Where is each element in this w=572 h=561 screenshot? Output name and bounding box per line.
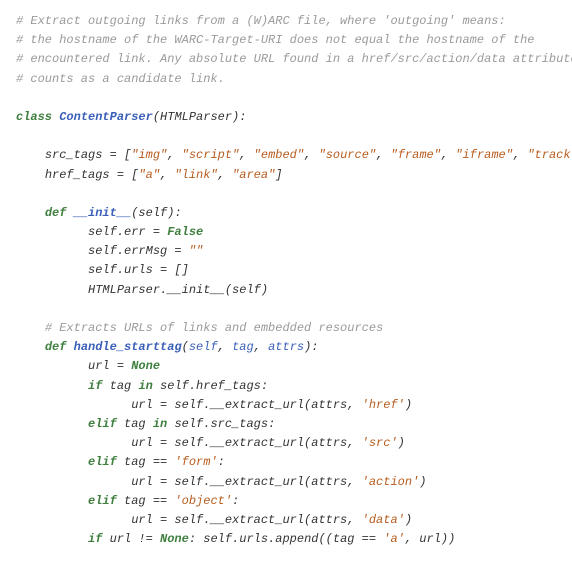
code-line	[16, 127, 556, 146]
code-line	[16, 89, 556, 108]
code-line	[16, 185, 556, 204]
code-line: # counts as a candidate link.	[16, 70, 556, 89]
code-line: # encountered link. Any absolute URL fou…	[16, 50, 556, 69]
code-line: url = self.__extract_url(attrs, 'href')	[16, 396, 556, 415]
code-line: HTMLParser.__init__(self)	[16, 281, 556, 300]
code-line: elif tag in self.src_tags:	[16, 415, 556, 434]
code-line: self.errMsg = ""	[16, 242, 556, 261]
code-line: url = self.__extract_url(attrs, 'action'…	[16, 473, 556, 492]
code-line: elif tag == 'form':	[16, 453, 556, 472]
code-line: self.err = False	[16, 223, 556, 242]
code-line: # the hostname of the WARC-Target-URI do…	[16, 31, 556, 50]
code-line: url = None	[16, 357, 556, 376]
code-line	[16, 300, 556, 319]
code-line: if url != None: self.urls.append((tag ==…	[16, 530, 556, 549]
code-line: href_tags = ["a", "link", "area"]	[16, 166, 556, 185]
code-line: if tag in self.href_tags:	[16, 377, 556, 396]
code-line: def handle_starttag(self, tag, attrs):	[16, 338, 556, 357]
code-line: url = self.__extract_url(attrs, 'src')	[16, 434, 556, 453]
code-line: url = self.__extract_url(attrs, 'data')	[16, 511, 556, 530]
code-line: # Extract outgoing links from a (W)ARC f…	[16, 12, 556, 31]
code-block: # Extract outgoing links from a (W)ARC f…	[16, 12, 556, 549]
code-line: def __init__(self):	[16, 204, 556, 223]
code-line: src_tags = ["img", "script", "embed", "s…	[16, 146, 556, 165]
code-line: elif tag == 'object':	[16, 492, 556, 511]
code-line: self.urls = []	[16, 261, 556, 280]
code-line: class ContentParser(HTMLParser):	[16, 108, 556, 127]
code-line: # Extracts URLs of links and embedded re…	[16, 319, 556, 338]
